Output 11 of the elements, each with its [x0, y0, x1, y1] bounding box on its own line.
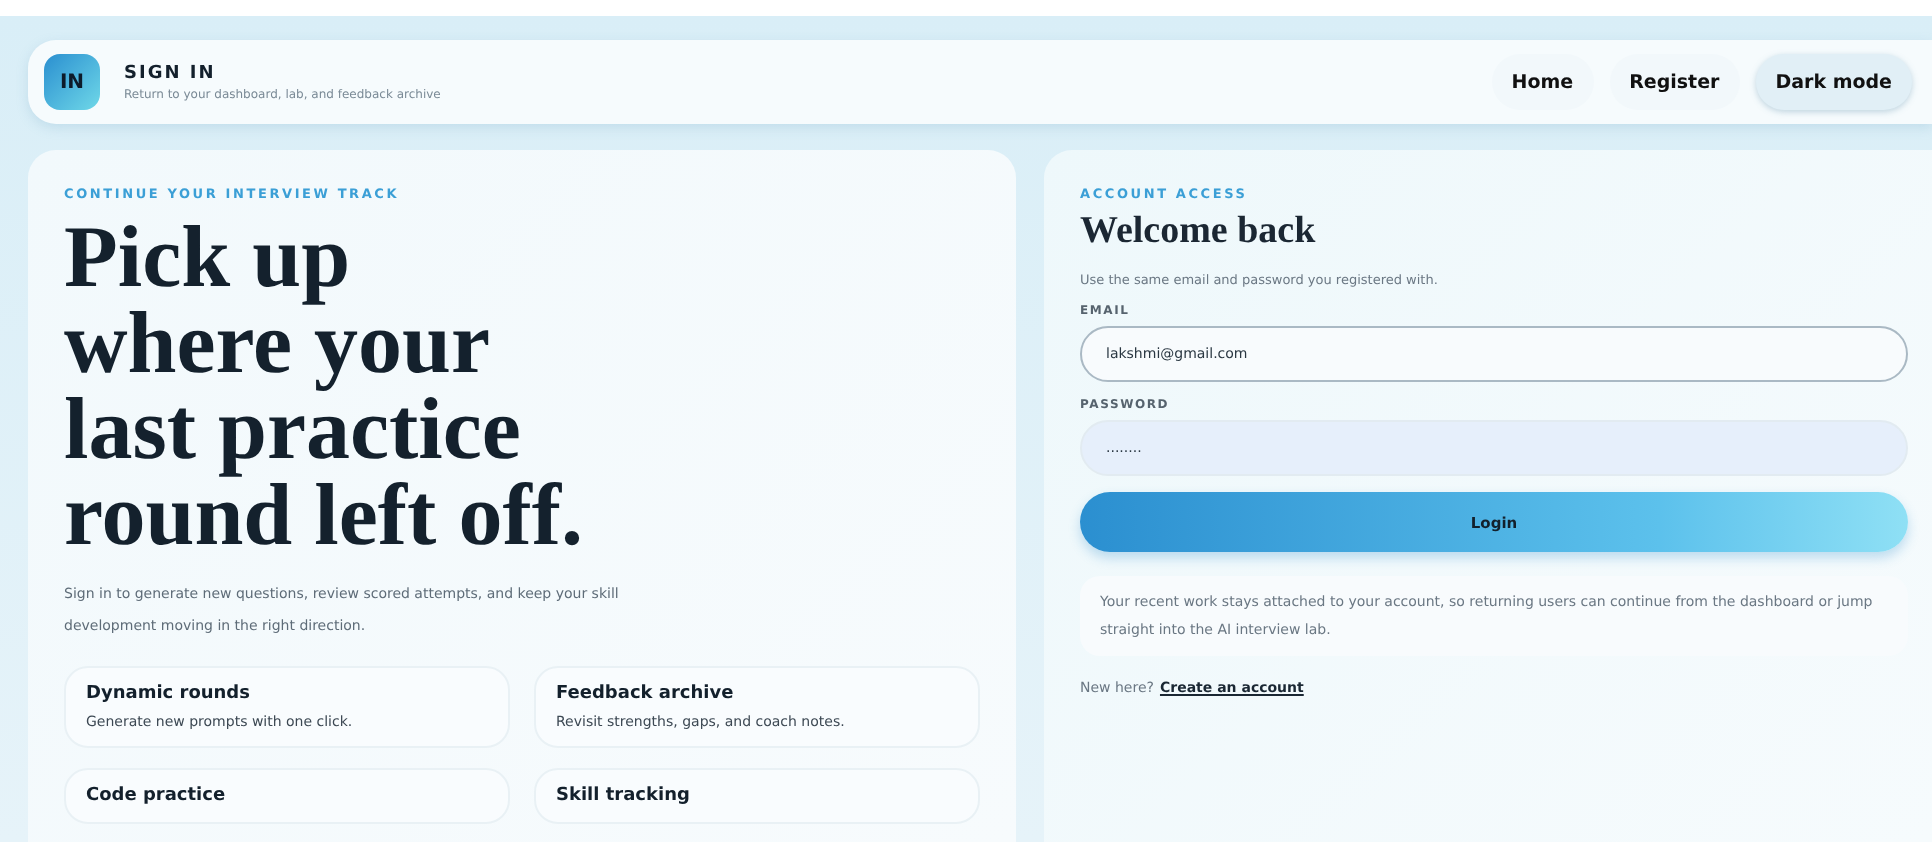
nav-button[interactable]: Register: [1609, 54, 1740, 110]
feature-title: Dynamic rounds: [86, 684, 252, 704]
nav-button[interactable]: Dark mode: [1755, 54, 1912, 110]
nav-button[interactable]: Home: [1491, 54, 1594, 110]
hero-headline: Pick up where your last practice round left off.: [64, 214, 586, 558]
logo-badge: IN: [44, 54, 100, 110]
feature-title: Skill tracking: [556, 786, 692, 806]
login-title: Welcome back: [1080, 210, 1318, 254]
feature-title: Feedback archive: [556, 684, 736, 704]
page-title: SIGN IN: [124, 63, 218, 83]
feature-title: Code practice: [86, 786, 228, 806]
